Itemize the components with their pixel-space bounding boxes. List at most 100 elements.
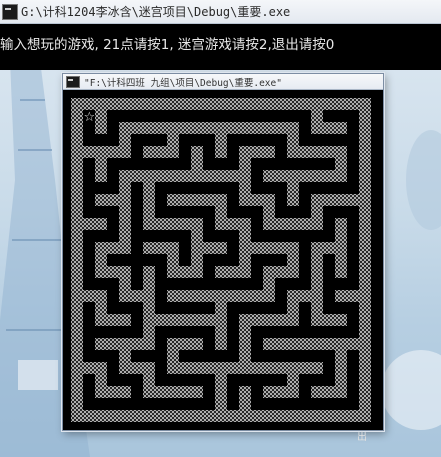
maze-wall-cell [191, 98, 203, 110]
console-app-icon [66, 75, 80, 88]
maze-wall-cell [215, 302, 227, 314]
maze-wall-cell [251, 194, 263, 206]
maze-wall-cell [179, 362, 191, 374]
maze-wall-cell [119, 182, 131, 194]
maze-wall-cell [167, 314, 179, 326]
maze-wall-cell [71, 410, 83, 422]
maze-wall-cell [263, 338, 275, 350]
maze-wall-cell [71, 158, 83, 170]
maze-wall-cell [287, 290, 299, 302]
maze-wall-cell [131, 410, 143, 422]
maze-wall-cell [335, 230, 347, 242]
maze-wall-cell [71, 266, 83, 278]
maze-wall-cell [191, 254, 203, 266]
maze-wall-cell [311, 362, 323, 374]
maze-wall-cell [359, 386, 371, 398]
maze-wall-cell [71, 242, 83, 254]
maze-wall-cell [263, 314, 275, 326]
maze-wall-cell [95, 266, 107, 278]
maze-wall-cell [239, 158, 251, 170]
maze-wall-cell [143, 314, 155, 326]
maze-wall-cell [203, 410, 215, 422]
maze-wall-cell [299, 410, 311, 422]
maze-wall-cell [347, 338, 359, 350]
maze-wall-cell [311, 314, 323, 326]
maze-wall-cell [275, 410, 287, 422]
maze-wall-cell [167, 170, 179, 182]
maze-wall-cell [311, 146, 323, 158]
maze-wall-cell [143, 326, 155, 338]
maze-wall-cell [251, 410, 263, 422]
maze-wall-cell [299, 98, 311, 110]
maze-wall-cell [71, 230, 83, 242]
maze-wall-cell [299, 170, 311, 182]
maze-wall-cell [71, 98, 83, 110]
maze-wall-cell [107, 314, 119, 326]
maze-wall-cell [275, 242, 287, 254]
maze-wall-cell [323, 194, 335, 206]
maze-wall-cell [71, 146, 83, 158]
maze-wall-cell [107, 242, 119, 254]
maze-wall-cell [71, 194, 83, 206]
maze-wall-cell [287, 338, 299, 350]
maze-wall-cell [131, 338, 143, 350]
maze-wall-cell [239, 98, 251, 110]
maze-wall-cell [107, 410, 119, 422]
maze-wall-cell [143, 170, 155, 182]
maze-wall-cell [239, 218, 251, 230]
maze-window-titlebar[interactable]: "F:\计科四班 九组\项目\Debug\重要.exe" [63, 74, 383, 90]
maze-wall-cell [311, 98, 323, 110]
maze-wall-cell [347, 98, 359, 110]
maze-wall-cell [359, 182, 371, 194]
player-star-icon: ☆ [84, 110, 96, 125]
maze-wall-cell [335, 350, 347, 362]
maze-wall-cell [179, 194, 191, 206]
maze-wall-cell [359, 290, 371, 302]
maze-wall-cell [143, 410, 155, 422]
maze-wall-cell [335, 98, 347, 110]
maze-wall-cell [287, 146, 299, 158]
maze-wall-cell [119, 230, 131, 242]
maze-wall-cell [83, 290, 95, 302]
maze-wall-cell [239, 266, 251, 278]
maze-wall-cell [71, 206, 83, 218]
maze-wall-cell [359, 254, 371, 266]
maze-wall-cell [335, 122, 347, 134]
maze-wall-cell [119, 122, 131, 134]
maze-wall-cell [143, 302, 155, 314]
maze-wall-cell [335, 254, 347, 266]
maze-wall-cell [131, 362, 143, 374]
maze-wall-cell [179, 170, 191, 182]
maze-wall-cell [143, 374, 155, 386]
maze-wall-cell [275, 122, 287, 134]
maze-wall-cell [155, 170, 167, 182]
maze-wall-cell [227, 170, 239, 182]
maze-wall-cell [143, 278, 155, 290]
maze-wall-cell [143, 98, 155, 110]
maze-wall-cell [191, 230, 203, 242]
maze-wall-cell [71, 398, 83, 410]
maze-wall-cell [215, 314, 227, 326]
maze-wall-cell [335, 338, 347, 350]
maze-wall-cell [263, 290, 275, 302]
maze-window[interactable]: "F:\计科四班 九组\项目\Debug\重要.exe" ☆ 出 [62, 73, 384, 443]
maze-wall-cell [287, 182, 299, 194]
maze-wall-cell [335, 314, 347, 326]
maze-wall-cell [71, 314, 83, 326]
maze-wall-cell [71, 134, 83, 146]
maze-wall-cell [251, 146, 263, 158]
maze-wall-cell [335, 362, 347, 374]
maze-wall-cell [359, 134, 371, 146]
outer-window-titlebar[interactable]: G:\计科1204李冰含\迷宫项目\Debug\重要.exe [0, 0, 441, 24]
maze-wall-cell [335, 386, 347, 398]
maze-wall-cell [227, 122, 239, 134]
maze-wall-cell [287, 374, 299, 386]
maze-board: ☆ 出 [71, 98, 371, 443]
maze-wall-cell [179, 218, 191, 230]
maze-wall-cell [215, 374, 227, 386]
maze-wall-cell [155, 314, 167, 326]
maze-wall-cell [83, 410, 95, 422]
console-app-icon [2, 3, 18, 20]
maze-wall-cell [95, 290, 107, 302]
maze-wall-cell [275, 218, 287, 230]
